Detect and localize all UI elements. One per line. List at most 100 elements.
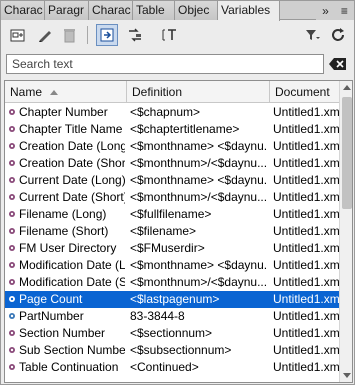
vertical-scrollbar[interactable] — [339, 81, 352, 382]
variable-name: Section Number — [19, 326, 106, 340]
variable-name: Sub Section Number — [19, 343, 125, 357]
table-row[interactable]: Current Date (Short) <$monthnum>/<$daynu.… — [5, 189, 339, 206]
clear-search-icon — [329, 58, 346, 70]
variable-name: FM User Directory — [19, 241, 117, 255]
variable-document: Untitled1.xml — [273, 292, 339, 306]
column-header-name-label: Name — [10, 85, 43, 99]
variables-list: Name Definition Document Chapter Number <… — [4, 80, 353, 383]
panel-tab-strip: Charac Paragr Charac Table Objec Variables — [1, 1, 354, 21]
tab-charac[interactable]: Charac — [89, 1, 133, 20]
table-row[interactable]: Creation Date (Long) <$monthname> <$daynu… — [5, 138, 339, 155]
variable-document: Untitled1.xml — [273, 258, 339, 272]
tab-overflow-icon[interactable]: » — [322, 4, 329, 18]
variable-document: Untitled1.xml — [273, 190, 339, 204]
table-row[interactable]: Filename (Long) <$fullfilename> Untitled1.… — [5, 206, 339, 223]
variable-name: Chapter Number — [19, 105, 108, 119]
variable-name: Filename (Short) — [19, 224, 109, 238]
toolbar-separator — [87, 26, 88, 44]
variable-name: Modification Date (L... — [19, 258, 125, 272]
table-row[interactable]: Modification Date (L... <$monthname> <$da… — [5, 257, 339, 274]
variable-definition: <$chapnum> — [130, 105, 201, 119]
column-header-definition-label: Definition — [132, 85, 183, 99]
column-header-name[interactable]: Name — [5, 81, 127, 103]
table-row[interactable]: Chapter Number <$chapnum> Untitled1.xml — [5, 104, 339, 121]
variable-definition: <$FMuserdir> — [130, 241, 205, 255]
table-row[interactable]: PartNumber 83-3844-8 Untitled1.xml — [5, 308, 339, 325]
trash-icon — [64, 29, 75, 43]
table-row[interactable]: Modification Date (S... <$monthnum>/<$day… — [5, 274, 339, 291]
refresh-button[interactable] — [327, 24, 349, 46]
variable-name: Creation Date (Long) — [19, 139, 125, 153]
search-input[interactable]: Search text — [6, 54, 324, 74]
new-variable-button[interactable] — [7, 24, 29, 46]
list-header: Name Definition Document — [5, 81, 339, 103]
variable-definition: <$chaptertitlename> — [130, 122, 240, 136]
variable-name: Chapter Title Name — [19, 122, 123, 136]
variable-name: Creation Date (Short) — [19, 156, 125, 170]
table-row[interactable]: Sub Section Number <$subsectionnum> Untitl… — [5, 342, 339, 359]
convert-variable-button[interactable] — [124, 24, 146, 46]
variable-document: Untitled1.xml — [273, 122, 339, 136]
filter-icon — [306, 30, 320, 40]
variables-rows: Chapter Number <$chapnum> Untitled1.xml Cha… — [5, 104, 339, 376]
tab-table[interactable]: Table — [133, 1, 175, 20]
variable-name: Filename (Long) — [19, 207, 107, 221]
variable-definition: <Continued> — [130, 360, 199, 374]
variable-name: Table Continuation — [19, 360, 119, 374]
variable-definition: <$monthname> <$daynu... — [130, 258, 268, 272]
variable-name: Page Count — [19, 292, 83, 306]
delete-variable-button[interactable] — [58, 24, 80, 46]
insert-variable-icon — [100, 28, 114, 42]
text-variable-icon — [162, 29, 176, 41]
variable-text-button[interactable] — [159, 24, 181, 46]
column-header-document-label: Document — [275, 85, 330, 99]
tab-charac[interactable]: Charac — [1, 1, 45, 20]
table-row[interactable]: FM User Directory <$FMuserdir> Untitled1.x… — [5, 240, 339, 257]
table-row[interactable]: Creation Date (Short) <$monthnum>/<$daynu… — [5, 155, 339, 172]
convert-icon — [129, 28, 141, 42]
table-row[interactable]: Current Date (Long) <$monthname> <$daynu.… — [5, 172, 339, 189]
tab-paragr[interactable]: Paragr — [45, 1, 89, 20]
variable-document: Untitled1.xml — [273, 207, 339, 221]
table-row[interactable]: Chapter Title Name <$chaptertitlename> Unt… — [5, 121, 339, 138]
variable-document: Untitled1.xml — [273, 326, 339, 340]
insert-variable-button[interactable] — [96, 24, 118, 46]
variable-document: Untitled1.xml — [273, 275, 339, 289]
panel-menu-icon[interactable]: ≡ — [341, 4, 348, 18]
variable-definition: 83-3844-8 — [130, 309, 185, 323]
tab-variables[interactable]: Variables — [218, 1, 280, 21]
table-row[interactable]: Table Continuation <Continued> Untitled1.x… — [5, 359, 339, 376]
table-row[interactable]: Page Count <$lastpagenum> Untitled1.xml — [5, 291, 339, 308]
variable-definition: <$monthnum>/<$daynu... — [130, 190, 268, 204]
variable-document: Untitled1.xml — [273, 309, 339, 323]
variable-document: Untitled1.xml — [273, 343, 339, 357]
variable-name: PartNumber — [19, 309, 84, 323]
variable-definition: <$monthnum>/<$daynu... — [130, 275, 268, 289]
variable-definition: <$monthname> <$daynu... — [130, 173, 268, 187]
tab-menu-area: » ≡ — [316, 1, 354, 20]
table-row[interactable]: Filename (Short) <$filename> Untitled1.xml — [5, 223, 339, 240]
clear-search-button[interactable] — [328, 55, 348, 73]
variable-definition: <$lastpagenum> — [130, 292, 220, 306]
scroll-up-arrow-icon[interactable] — [343, 85, 351, 90]
sort-ascending-icon — [50, 90, 58, 95]
table-row[interactable]: Section Number <$sectionnum> Untitled1.xml — [5, 325, 339, 342]
variable-definition: <$filename> — [130, 224, 197, 238]
scrollbar-thumb[interactable] — [342, 97, 352, 209]
column-header-definition[interactable]: Definition — [127, 81, 270, 103]
edit-variable-button[interactable] — [34, 24, 56, 46]
variables-panel: Charac Paragr Charac Table Objec Variables » … — [0, 0, 355, 385]
variables-toolbar — [1, 21, 354, 51]
variable-document: Untitled1.xml — [273, 360, 339, 374]
pencil-icon — [39, 31, 51, 42]
filter-button[interactable] — [301, 24, 323, 46]
variable-name: Modification Date (S... — [19, 275, 125, 289]
variable-definition: <$monthname> <$daynu... — [130, 139, 268, 153]
scroll-down-arrow-icon[interactable] — [343, 373, 351, 378]
variable-definition: <$sectionnum> — [130, 326, 213, 340]
variable-name: Current Date (Short) — [19, 190, 125, 204]
tab-objec[interactable]: Objec — [175, 1, 218, 20]
variable-document: Untitled1.xml — [273, 241, 339, 255]
variable-definition: <$subsectionnum> — [130, 343, 232, 357]
column-header-document[interactable]: Document — [270, 81, 339, 103]
